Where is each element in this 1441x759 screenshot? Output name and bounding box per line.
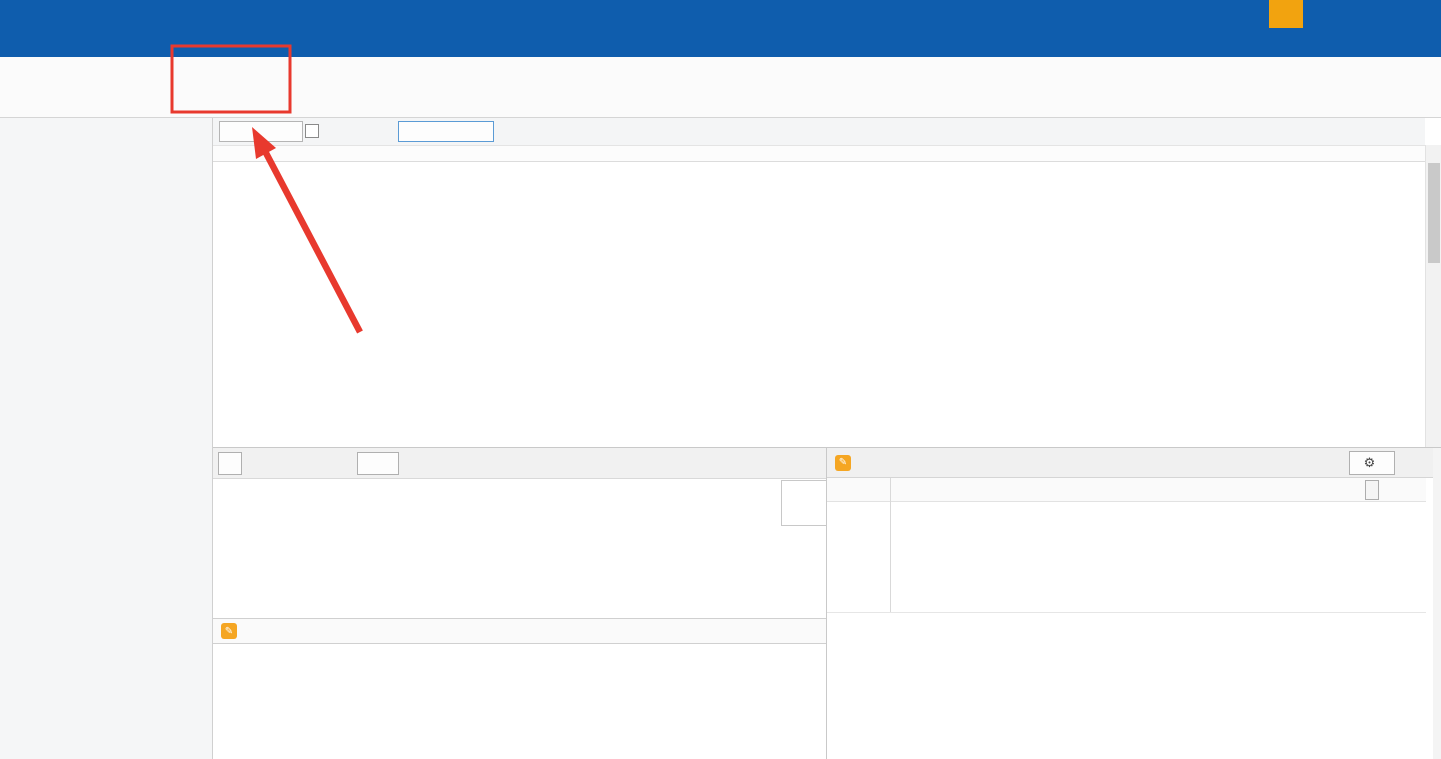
file-sort-dropdown[interactable] [218, 452, 242, 475]
sort-dropdown[interactable] [398, 121, 494, 142]
branch-filter-dropdown[interactable] [219, 121, 303, 142]
app-logo-icon [8, 3, 30, 25]
hunk-bottom-border [827, 612, 1426, 613]
show-remote-checkbox[interactable] [305, 124, 319, 138]
scroll-up-icon[interactable] [1433, 450, 1441, 460]
close-button[interactable] [1395, 0, 1441, 28]
gear-icon: ⚙ [1364, 455, 1376, 471]
title-bar [0, 0, 1441, 28]
minimize-button[interactable] [1303, 0, 1349, 28]
changed-file-row[interactable]: ✎ [213, 618, 826, 644]
diff-scrollbar[interactable] [1433, 448, 1441, 759]
scroll-down-icon[interactable] [1426, 431, 1441, 447]
commit-table [213, 162, 1425, 447]
flag-button[interactable] [1269, 0, 1303, 28]
modified-file-icon: ✎ [221, 623, 237, 639]
diff-panel: ✎ ⚙ [826, 448, 1441, 759]
modified-file-icon: ✎ [835, 455, 851, 471]
revert-hunk-button[interactable] [1365, 480, 1379, 500]
view-options-button[interactable] [357, 452, 399, 475]
window-controls [1269, 0, 1441, 28]
commit-table-header [213, 145, 1425, 162]
sidebar [0, 118, 213, 759]
more-options-button[interactable] [1403, 451, 1431, 475]
tab-bar [0, 28, 1441, 57]
scrollbar-thumb[interactable] [1428, 163, 1440, 263]
filter-bar [213, 118, 1425, 145]
commit-list-scrollbar[interactable] [1425, 145, 1441, 447]
maximize-button[interactable] [1349, 0, 1395, 28]
commit-detail-panel: ✎ [213, 448, 826, 759]
detail-toolbar [213, 448, 826, 479]
scroll-up-icon[interactable] [1426, 145, 1441, 161]
toolbar [0, 57, 1441, 118]
hunk-header [827, 478, 1426, 502]
diff-gutter-divider [890, 478, 891, 612]
avatar [781, 480, 827, 526]
diff-options-button[interactable]: ⚙ [1349, 451, 1395, 475]
